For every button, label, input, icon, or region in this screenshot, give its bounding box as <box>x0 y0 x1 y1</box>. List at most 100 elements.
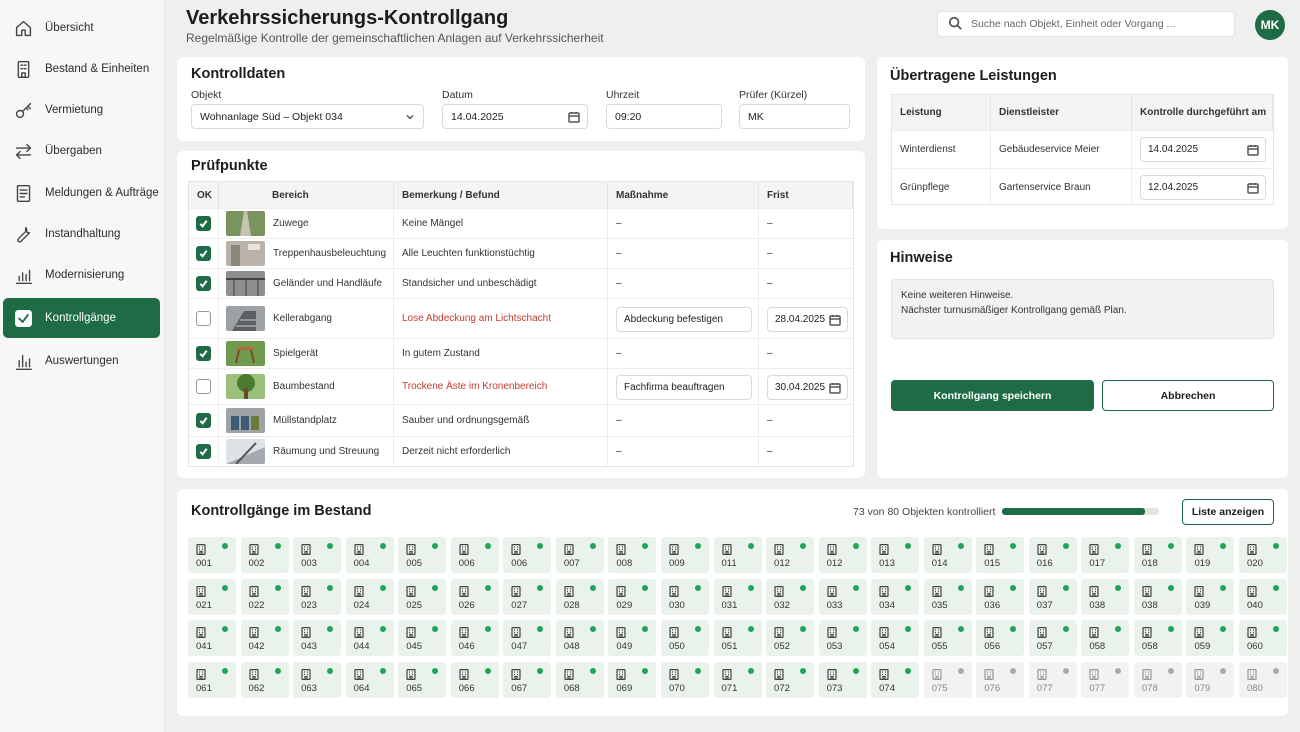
object-tile[interactable]: 027 <box>503 578 552 615</box>
object-tile[interactable]: 003 <box>293 537 342 573</box>
ok-checkbox[interactable] <box>196 379 211 394</box>
object-tile[interactable]: 006 <box>503 537 552 573</box>
object-tile[interactable]: 049 <box>608 620 657 656</box>
object-tile[interactable]: 074 <box>871 661 920 698</box>
uhrzeit-field[interactable]: 09:20 <box>606 104 722 129</box>
datum-field[interactable]: 14.04.2025 <box>442 104 588 129</box>
object-tile[interactable]: 080 <box>1239 661 1287 698</box>
object-tile[interactable]: 052 <box>766 620 815 656</box>
object-tile[interactable]: 077 <box>1028 661 1077 698</box>
calendar-icon[interactable] <box>1247 144 1259 159</box>
object-tile[interactable]: 033 <box>818 578 867 615</box>
calendar-icon[interactable] <box>1247 182 1259 197</box>
object-tile[interactable]: 022 <box>240 578 289 615</box>
object-tile[interactable]: 012 <box>766 537 815 573</box>
massnahme-input[interactable]: Abdeckung befestigen <box>616 307 752 332</box>
object-tile[interactable]: 051 <box>713 620 762 656</box>
object-tile[interactable]: 061 <box>188 661 236 698</box>
object-tile[interactable]: 072 <box>766 661 815 698</box>
object-tile[interactable]: 060 <box>1239 620 1287 656</box>
cancel-button[interactable]: Abbrechen <box>1102 380 1274 411</box>
object-tile[interactable]: 066 <box>450 661 499 698</box>
object-tile[interactable]: 046 <box>450 620 499 656</box>
kontrolle-date-input[interactable]: 12.04.2025 <box>1140 175 1266 200</box>
object-tile[interactable]: 078 <box>1133 661 1182 698</box>
object-tile[interactable]: 063 <box>293 661 342 698</box>
object-tile[interactable]: 070 <box>660 661 709 698</box>
object-tile[interactable]: 042 <box>240 620 289 656</box>
object-tile[interactable]: 014 <box>923 537 972 573</box>
object-tile[interactable]: 020 <box>1239 537 1287 573</box>
object-tile[interactable]: 068 <box>555 661 604 698</box>
object-tile[interactable]: 057 <box>1028 620 1077 656</box>
calendar-icon[interactable] <box>829 314 841 329</box>
pruefer-field[interactable]: MK <box>739 104 850 129</box>
object-tile[interactable]: 024 <box>345 578 394 615</box>
object-tile[interactable]: 054 <box>871 620 920 656</box>
ok-checkbox[interactable] <box>196 413 211 428</box>
sidebar-item-1[interactable]: Übersicht <box>3 8 160 48</box>
sidebar-item-6[interactable]: Instandhaltung <box>3 214 160 254</box>
object-tile[interactable]: 038 <box>1133 578 1182 615</box>
object-tile[interactable]: 071 <box>713 661 762 698</box>
object-tile[interactable]: 036 <box>976 578 1025 615</box>
object-tile[interactable]: 016 <box>1028 537 1077 573</box>
hinweise-textarea[interactable]: Keine weiteren Hinweise. Nächster turnus… <box>891 279 1274 339</box>
search-input[interactable] <box>971 18 1221 30</box>
object-tile[interactable]: 044 <box>345 620 394 656</box>
object-tile[interactable]: 039 <box>1186 578 1235 615</box>
sidebar-item-3[interactable]: Vermietung <box>3 90 160 130</box>
object-tile[interactable]: 077 <box>1081 661 1130 698</box>
sidebar-item-4[interactable]: Übergaben <box>3 131 160 171</box>
object-tile[interactable]: 009 <box>660 537 709 573</box>
kontrolle-date-input[interactable]: 14.04.2025 <box>1140 137 1266 162</box>
object-tile[interactable]: 031 <box>713 578 762 615</box>
object-tile[interactable]: 040 <box>1239 578 1287 615</box>
object-tile[interactable]: 053 <box>818 620 867 656</box>
object-tile[interactable]: 067 <box>503 661 552 698</box>
frist-date-input[interactable]: 30.04.2025 <box>767 375 848 400</box>
object-tile[interactable]: 047 <box>503 620 552 656</box>
object-tile[interactable]: 050 <box>660 620 709 656</box>
ok-checkbox[interactable] <box>196 246 211 261</box>
object-tile[interactable]: 008 <box>608 537 657 573</box>
object-tile[interactable]: 007 <box>555 537 604 573</box>
object-tile[interactable]: 018 <box>1133 537 1182 573</box>
object-tile[interactable]: 058 <box>1133 620 1182 656</box>
object-tile[interactable]: 019 <box>1186 537 1235 573</box>
object-tile[interactable]: 021 <box>188 578 236 615</box>
object-tile[interactable]: 038 <box>1081 578 1130 615</box>
object-tile[interactable]: 028 <box>555 578 604 615</box>
object-tile[interactable]: 006 <box>450 537 499 573</box>
object-tile[interactable]: 059 <box>1186 620 1235 656</box>
object-tile[interactable]: 069 <box>608 661 657 698</box>
object-tile[interactable]: 004 <box>345 537 394 573</box>
object-tile[interactable]: 017 <box>1081 537 1130 573</box>
object-tile[interactable]: 048 <box>555 620 604 656</box>
object-tile[interactable]: 023 <box>293 578 342 615</box>
object-tile[interactable]: 058 <box>1081 620 1130 656</box>
object-tile[interactable]: 056 <box>976 620 1025 656</box>
sidebar-item-7[interactable]: Modernisierung <box>3 255 160 295</box>
search-box[interactable] <box>937 11 1235 37</box>
calendar-icon[interactable] <box>568 111 580 123</box>
ok-checkbox[interactable] <box>196 311 211 326</box>
object-tile[interactable]: 013 <box>871 537 920 573</box>
frist-date-input[interactable]: 28.04.2025 <box>767 307 848 332</box>
object-tile[interactable]: 079 <box>1186 661 1235 698</box>
object-tile[interactable]: 026 <box>450 578 499 615</box>
ok-checkbox[interactable] <box>196 216 211 231</box>
object-tile[interactable]: 045 <box>398 620 447 656</box>
object-tile[interactable]: 029 <box>608 578 657 615</box>
object-tile[interactable]: 032 <box>766 578 815 615</box>
calendar-icon[interactable] <box>829 382 841 397</box>
object-tile[interactable]: 043 <box>293 620 342 656</box>
object-tile[interactable]: 075 <box>923 661 972 698</box>
objekt-select[interactable]: Wohnanlage Süd – Objekt 034 <box>191 104 424 129</box>
sidebar-item-8[interactable]: Kontrollgänge <box>3 298 160 338</box>
ok-checkbox[interactable] <box>196 346 211 361</box>
sidebar-item-9[interactable]: Auswertungen <box>3 341 160 381</box>
list-button[interactable]: Liste anzeigen <box>1182 499 1274 525</box>
object-tile[interactable]: 011 <box>713 537 762 573</box>
massnahme-input[interactable]: Fachfirma beauftragen <box>616 375 752 400</box>
